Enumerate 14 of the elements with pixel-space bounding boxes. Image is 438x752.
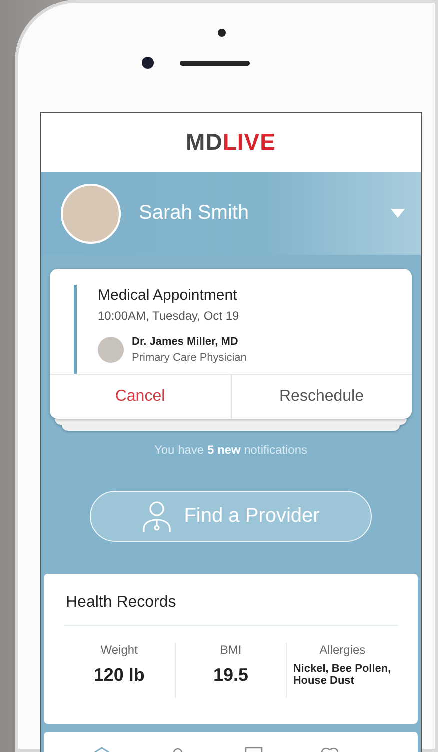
stat-label: BMI	[220, 643, 242, 657]
stat-label: Weight	[100, 643, 138, 657]
app-logo: MDLIVE	[186, 129, 276, 156]
section-title: Health Records	[64, 574, 398, 626]
cancel-button[interactable]: Cancel	[50, 375, 230, 419]
stat-value: Nickel, Bee Pollen, House Dust	[292, 663, 392, 687]
doctor-specialty: Primary Care Physician	[132, 352, 247, 364]
notifications-text: You have 5 new notifications	[154, 443, 308, 457]
doctor-name: Dr. James Miller, MD	[132, 336, 240, 348]
stat-value: 120 lb	[94, 665, 145, 686]
appointment-time: 10:00AM, Tuesday, Oct 19	[98, 309, 240, 323]
appointment-title: Medical Appointment	[98, 286, 238, 304]
stat-value: 19.5	[213, 665, 249, 686]
stat-label: Allergies	[320, 643, 366, 657]
